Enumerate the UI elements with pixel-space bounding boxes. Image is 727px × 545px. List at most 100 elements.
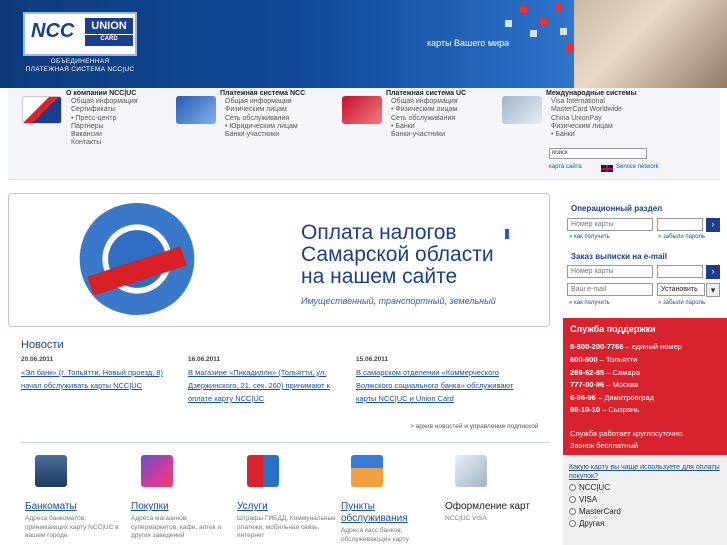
news-link[interactable]: В самарском отделении «Коммерческого Вол… (356, 366, 516, 405)
support-title: Служба поддержки (570, 324, 656, 334)
phone-number[interactable]: 6-96-96 (570, 393, 596, 402)
password-input[interactable] (657, 218, 703, 231)
poll-option[interactable]: VISA (569, 495, 597, 504)
nav-item[interactable]: Общая информация (386, 98, 466, 106)
logo-union: UNION CARD (85, 18, 133, 46)
how-to-get-link[interactable]: » как получить (569, 234, 610, 240)
nav-company-title[interactable]: О компании NCC|UC (66, 90, 138, 97)
nav-item[interactable]: Банки-участники (220, 131, 305, 139)
nav-company-items: Общая информация Сертификаты • Пресс-центр… (66, 98, 138, 148)
poll-option[interactable]: MasterCard (569, 507, 621, 516)
nav-item[interactable]: Вакансии (66, 131, 138, 139)
poll-option-label: Другая (579, 519, 605, 528)
email-input[interactable]: Ваш e-mail (567, 283, 653, 296)
poll-option[interactable]: NCC|UC (569, 483, 610, 492)
nav-intl-title[interactable]: Международные системы (546, 90, 637, 97)
phone-line: 8-800-200-7766 – единый номер (570, 342, 682, 351)
forgot-password-link[interactable]: » забыли пароль (658, 234, 705, 240)
service-name[interactable]: Банкоматы (25, 501, 125, 513)
site-header: NCC UNION CARD ОБЪЕДИНЕННАЯ ПЛАТЕЖНАЯ СИС… (0, 0, 727, 88)
decor-square (555, 4, 562, 11)
service-shopping[interactable]: Покупки Адреса магазинов, супермаркетов,… (131, 455, 231, 541)
radio-icon[interactable] (569, 520, 576, 528)
nav-item[interactable]: Сеть обслуживания (220, 115, 305, 123)
phone-line: 777-00-96 – Москва (570, 380, 638, 389)
nav-uc-title[interactable]: Платежная система UC (386, 90, 466, 97)
sitemap-link[interactable]: карта сайта (549, 164, 582, 170)
radio-icon[interactable] (569, 496, 576, 504)
email-card-input[interactable]: Номер карты (567, 265, 653, 278)
card-number-input[interactable]: Номер карты (567, 218, 653, 231)
nav-item[interactable]: Сертификаты (66, 106, 138, 114)
site-logo[interactable]: NCC UNION CARD (23, 12, 137, 56)
phone-number[interactable]: 777-00-96 (570, 380, 604, 389)
poll-option-label: MasterCard (579, 507, 621, 516)
brand-mark-icon (505, 229, 509, 239)
decor-square (505, 20, 512, 27)
banner-line3: на нашем сайте (301, 265, 458, 288)
how-to-get-link-2[interactable]: » как получить (569, 300, 610, 306)
nav-ncc-title[interactable]: Платежная система NCC (220, 90, 305, 97)
nav-item[interactable]: MasterCard Worldwide (546, 106, 637, 114)
nav-item[interactable]: Общая информация (220, 98, 305, 106)
phone-city: – единый номер (623, 342, 682, 351)
email-password-input[interactable] (657, 265, 703, 278)
service-desc: Адреса касс банков, обслуживающих карту (341, 527, 409, 543)
header-photo (574, 0, 727, 88)
service-utilities[interactable]: Услуги Штрафы ГИБДД, Коммунальные платеж… (237, 455, 337, 541)
atm-icon (35, 455, 67, 487)
email-go-button[interactable]: › (706, 265, 720, 279)
phone-number[interactable]: 98-10-10 (570, 405, 600, 414)
slogan: карты Вашего мира (427, 38, 510, 48)
phone-city: – Тольятти (597, 355, 638, 364)
forgot-password-link-2[interactable]: » забыли пароль (658, 300, 705, 306)
nav-item[interactable]: Visa International (546, 98, 637, 106)
news-link[interactable]: В магазине «Пикадилли» (Тольятти, ул. Дз… (188, 366, 348, 405)
search-input[interactable]: поиск (549, 148, 647, 159)
banner-title: Оплата налогов Самарской области на наше… (301, 222, 494, 288)
install-dropdown-icon[interactable]: ▾ (706, 283, 720, 297)
support-hours: Служба работает круглосуточно. (570, 429, 685, 438)
nav-item[interactable]: • Банки (546, 131, 637, 139)
nav-item[interactable]: • Банки (386, 123, 466, 131)
phone-number[interactable]: 600-900 (570, 355, 598, 364)
service-name[interactable]: Оформление карт (445, 501, 545, 513)
nav-item[interactable]: Общая информация (66, 98, 138, 106)
service-network-link[interactable]: Service network (616, 164, 659, 170)
poll-option[interactable]: Другая (569, 519, 604, 528)
tax-service-emblem (78, 203, 196, 315)
nav-uc: Платежная система UC Общая информация • Ф… (386, 90, 466, 139)
news-link[interactable]: «Эл банк» (г. Тольятти, Новый проезд, 8)… (21, 366, 181, 392)
install-select[interactable]: Установить (657, 283, 705, 296)
radio-icon[interactable] (569, 508, 576, 516)
service-atm[interactable]: Банкоматы Адреса банкоматов, принимающих… (25, 455, 125, 541)
nav-ncc-items: Общая информация Физическим лицам Сеть обс… (220, 98, 305, 139)
decor-square (560, 28, 567, 35)
uk-flag-icon[interactable] (601, 165, 613, 172)
tax-banner[interactable]: Оплата налогов Самарской области на наше… (23, 199, 509, 319)
news-archive-link[interactable]: > архив новостей и управление подпиской (410, 423, 538, 430)
login-go-button[interactable]: › (706, 218, 720, 232)
nav-item[interactable]: Сеть обслуживания (386, 115, 466, 123)
phone-number[interactable]: 8-800-200-7766 (570, 342, 623, 351)
service-name[interactable]: Услуги (237, 501, 337, 513)
service-name[interactable]: Пункты обслуживания (341, 501, 441, 525)
nav-item[interactable]: Банки-участники (386, 131, 466, 139)
service-points[interactable]: Пункты обслуживания Адреса касс банков, … (341, 455, 441, 544)
services-grid-icon (247, 455, 279, 487)
nav-item[interactable]: Партнеры (66, 123, 138, 131)
nav-item[interactable]: • Пресс-центр (66, 115, 138, 123)
service-name[interactable]: Покупки (131, 501, 231, 513)
nav-item[interactable]: Физическим лицам (546, 123, 637, 131)
phone-line: 269-62-85 – Самара (570, 368, 640, 377)
nav-item[interactable]: • Юридическим лицам (220, 123, 305, 131)
nav-item[interactable]: Физическим лицам (220, 106, 305, 114)
service-card-order[interactable]: Оформление карт NCC|UC VISA (445, 455, 545, 524)
radio-icon[interactable] (569, 484, 576, 492)
nav-item[interactable]: Контакты (66, 139, 138, 147)
nav-item[interactable]: • Физическим лицам (386, 106, 466, 114)
phone-number[interactable]: 269-62-85 (570, 368, 604, 377)
main-nav: О компании NCC|UC Общая информация Сертиф… (8, 88, 720, 180)
poll-option-label: VISA (579, 495, 598, 504)
nav-item[interactable]: China UnionPay (546, 115, 637, 123)
